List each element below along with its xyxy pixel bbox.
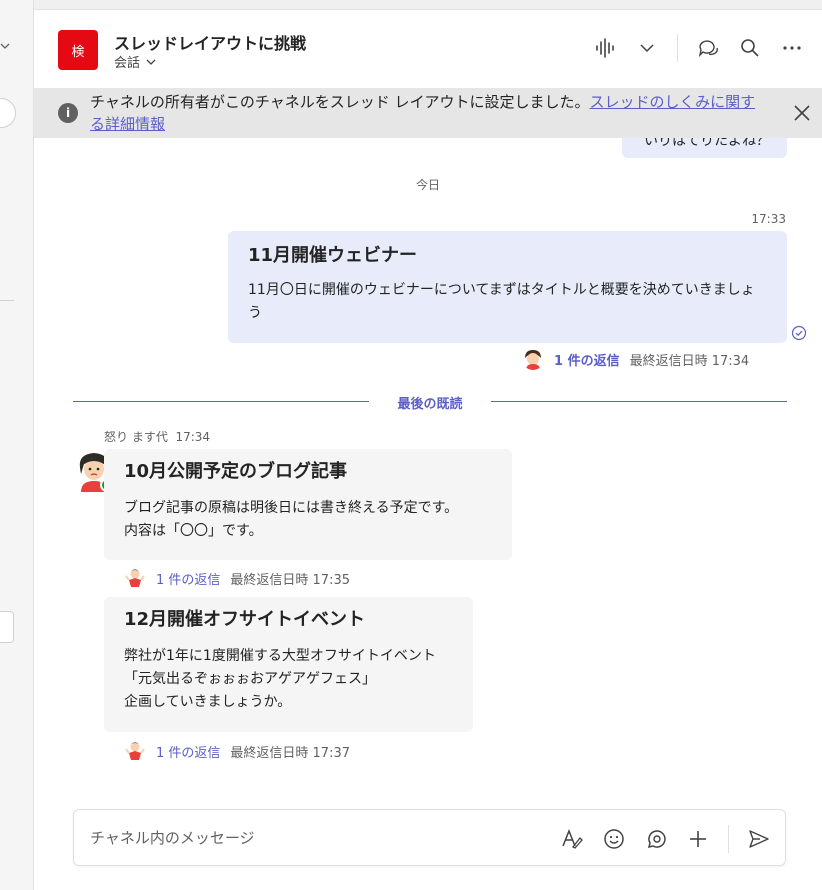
avatar (522, 348, 544, 370)
last-reply-time: 最終返信日時 17:37 (230, 745, 351, 761)
close-icon[interactable] (792, 103, 812, 123)
banner-text: チャネルの所有者がこのチャネルをスレッド レイアウトに設定しました。スレッドのし… (90, 91, 770, 135)
search-icon[interactable] (738, 36, 762, 60)
last-read-divider: 最後の既読 (73, 392, 787, 412)
panel-box[interactable] (0, 611, 14, 643)
compose-placeholder: チャネル内のメッセージ (90, 829, 255, 847)
compose-divider (728, 825, 729, 853)
message-body-line: 企画していきましょうか。 (124, 694, 292, 710)
banner-message: チャネルの所有者がこのチャネルをスレッド レイアウトに設定しました。 (90, 93, 590, 111)
plus-icon[interactable] (686, 827, 710, 851)
reply-summary[interactable]: 1 件の返信 最終返信日時 17:34 (522, 348, 749, 370)
reply-count-link[interactable]: 1 件の返信 (156, 569, 220, 588)
message-title: 11月開催ウェビナー (248, 245, 418, 266)
reply-summary[interactable]: 1 件の返信 最終返信日時 17:37 (124, 740, 350, 762)
audio-wave-icon[interactable] (593, 36, 617, 60)
sender-meta: 怒り ます代 17:34 (104, 428, 210, 445)
channel-title: スレッドレイアウトに挑戦 (114, 34, 307, 53)
message-body: 11月〇日に開催のウェビナーについてまずはタイトルと概要を決めていきましょう (248, 282, 755, 321)
sender-name: 怒り ます代 (104, 430, 168, 444)
top-bar (34, 0, 822, 10)
send-icon[interactable] (747, 827, 771, 851)
date-separator: 今日 (415, 178, 440, 192)
conversation-icon[interactable] (696, 36, 720, 60)
reply-summary[interactable]: 1 件の返信 最終返信日時 17:35 (124, 567, 350, 589)
message-bubble[interactable]: 12月開催オフサイトイベント 弊社が1年に1度開催する大型オフサイトイベント 「… (104, 597, 473, 732)
panel-round-button[interactable] (0, 98, 16, 128)
channel-avatar: 検 (58, 30, 98, 70)
last-reply-time: 最終返信日時 17:34 (629, 353, 750, 369)
previous-message-peek: いりはてりたよね？ (622, 138, 787, 158)
sent-check-icon (791, 325, 807, 341)
reply-count-link[interactable]: 1 件の返信 (156, 742, 220, 761)
channel-header: 検 スレッドレイアウトに挑戦 会話 (34, 10, 822, 88)
chevron-down-icon (146, 59, 156, 65)
message-title: 10月公開予定のブログ記事 (124, 461, 348, 482)
info-banner: i チャネルの所有者がこのチャネルをスレッド レイアウトに設定しました。スレッド… (34, 88, 822, 138)
tab-conversation-label: 会話 (114, 56, 141, 71)
left-panel-strip (0, 0, 34, 890)
loop-icon[interactable] (644, 827, 668, 851)
avatar (124, 740, 146, 762)
header-actions (593, 34, 804, 62)
chevron-down-icon[interactable] (0, 40, 10, 52)
compose-tools (560, 825, 771, 853)
last-reply-time: 最終返信日時 17:35 (230, 572, 351, 588)
chevron-down-icon[interactable] (635, 36, 659, 60)
info-icon: i (58, 103, 78, 123)
message-body-line: 弊社が1年に1度開催する大型オフサイトイベント (124, 648, 436, 664)
message-compose-box[interactable]: チャネル内のメッセージ (73, 809, 786, 866)
my-message-bubble[interactable]: 11月開催ウェビナー 11月〇日に開催のウェビナーについてまずはタイトルと概要を… (228, 231, 787, 343)
message-body-line: 「元気出るぞぉぉぉおアゲアゲフェス」 (124, 671, 376, 687)
more-icon[interactable] (780, 36, 804, 60)
emoji-icon[interactable] (602, 827, 626, 851)
message-title: 12月開催オフサイトイベント (124, 609, 366, 630)
message-body-line: 内容は「〇〇」です。 (124, 523, 263, 539)
reply-count-link[interactable]: 1 件の返信 (554, 350, 620, 369)
message-time: 17:33 (751, 212, 786, 226)
message-body-line: ブログ記事の原稿は明後日には書き終える予定です。 (124, 500, 459, 516)
divider (0, 300, 14, 301)
format-icon[interactable] (560, 827, 584, 851)
tab-conversation[interactable]: 会話 (114, 52, 156, 71)
last-read-label: 最後の既読 (397, 397, 463, 412)
message-bubble[interactable]: 10月公開予定のブログ記事 ブログ記事の原稿は明後日には書き終える予定です。 内… (104, 449, 512, 560)
sender-time: 17:34 (175, 430, 211, 444)
header-divider (677, 34, 678, 62)
avatar (124, 567, 146, 589)
